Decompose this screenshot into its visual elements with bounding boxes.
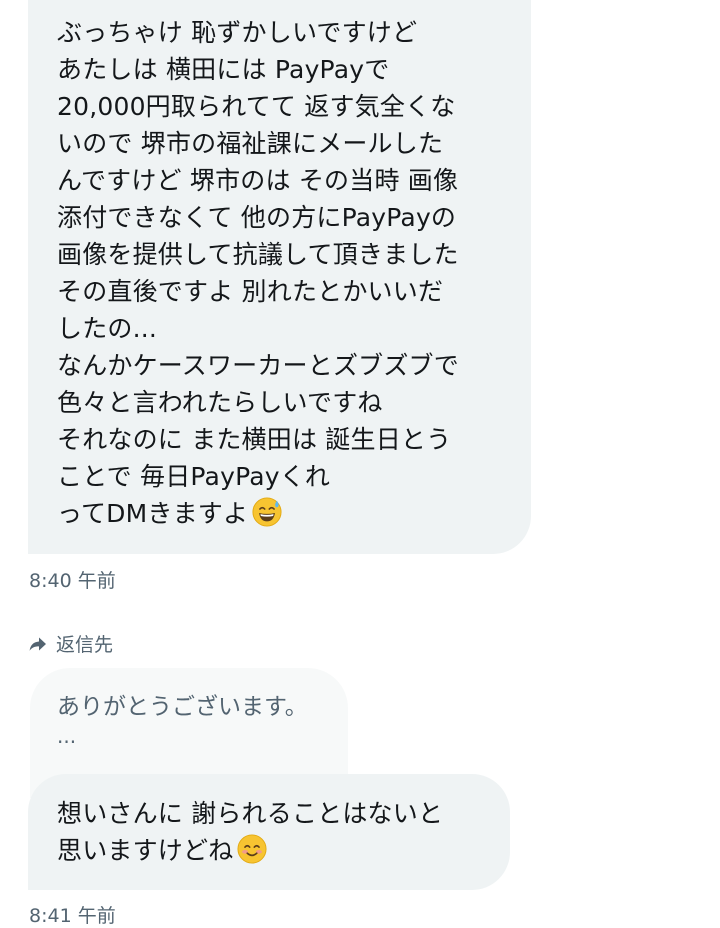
message-line-text: 思いますけどね xyxy=(57,836,234,865)
message-line: 想いさんに 謝られることはないと xyxy=(57,799,444,828)
message-line: いので 堺市の福祉課にメールした xyxy=(57,129,444,158)
message-line: んですけど 堺市のは その当時 画像 xyxy=(57,166,459,195)
message-line-last: ってDMきますよ xyxy=(57,495,513,532)
message-line: 添付できなくて 他の方にPayPayの xyxy=(57,203,457,232)
message-line-text: ってDMきますよ xyxy=(57,499,249,528)
message-line: それなのに また横田は 誕生日とう xyxy=(57,425,452,454)
reply-arrow-icon xyxy=(29,637,46,651)
reply-indicator: 返信先 xyxy=(28,630,113,657)
grinning-face-with-sweat-emoji xyxy=(252,497,282,527)
message-line: 色々と言われたらしいですね xyxy=(57,388,383,417)
message-line: 20,000円取られてて 返す気全くな xyxy=(57,92,456,121)
message-line: ぶっちゃけ 恥ずかしいですけど xyxy=(57,18,418,47)
message-line: なんかケースワーカーとズブズブで xyxy=(57,351,459,380)
quoted-message-text: ありがとうございます。 xyxy=(57,694,308,720)
quoted-message-ellipsis: ... xyxy=(57,724,77,748)
reply-label-text: 返信先 xyxy=(56,634,114,656)
message-line: したの... xyxy=(57,314,158,343)
message-bubble[interactable]: ぶっちゃけ 恥ずかしいですけど あたしは 横田には PayPayで 20,000… xyxy=(28,0,531,554)
message-timestamp: 8:40 午前 xyxy=(29,570,116,592)
smiling-face-with-smiling-eyes-emoji xyxy=(237,834,267,864)
message-timestamp: 8:41 午前 xyxy=(29,905,116,927)
message-line: ことで 毎日PayPayくれ xyxy=(57,462,331,491)
message-bubble[interactable]: 想いさんに 謝られることはないと 思いますけどね xyxy=(28,774,510,890)
message-line: その直後ですよ 別れたとかいいだ xyxy=(57,277,444,306)
message-line: あたしは 横田には PayPayで xyxy=(57,55,390,84)
message-line-last: 思いますけどね xyxy=(57,832,492,869)
message-line: 画像を提供して抗議して頂きました xyxy=(57,240,459,269)
